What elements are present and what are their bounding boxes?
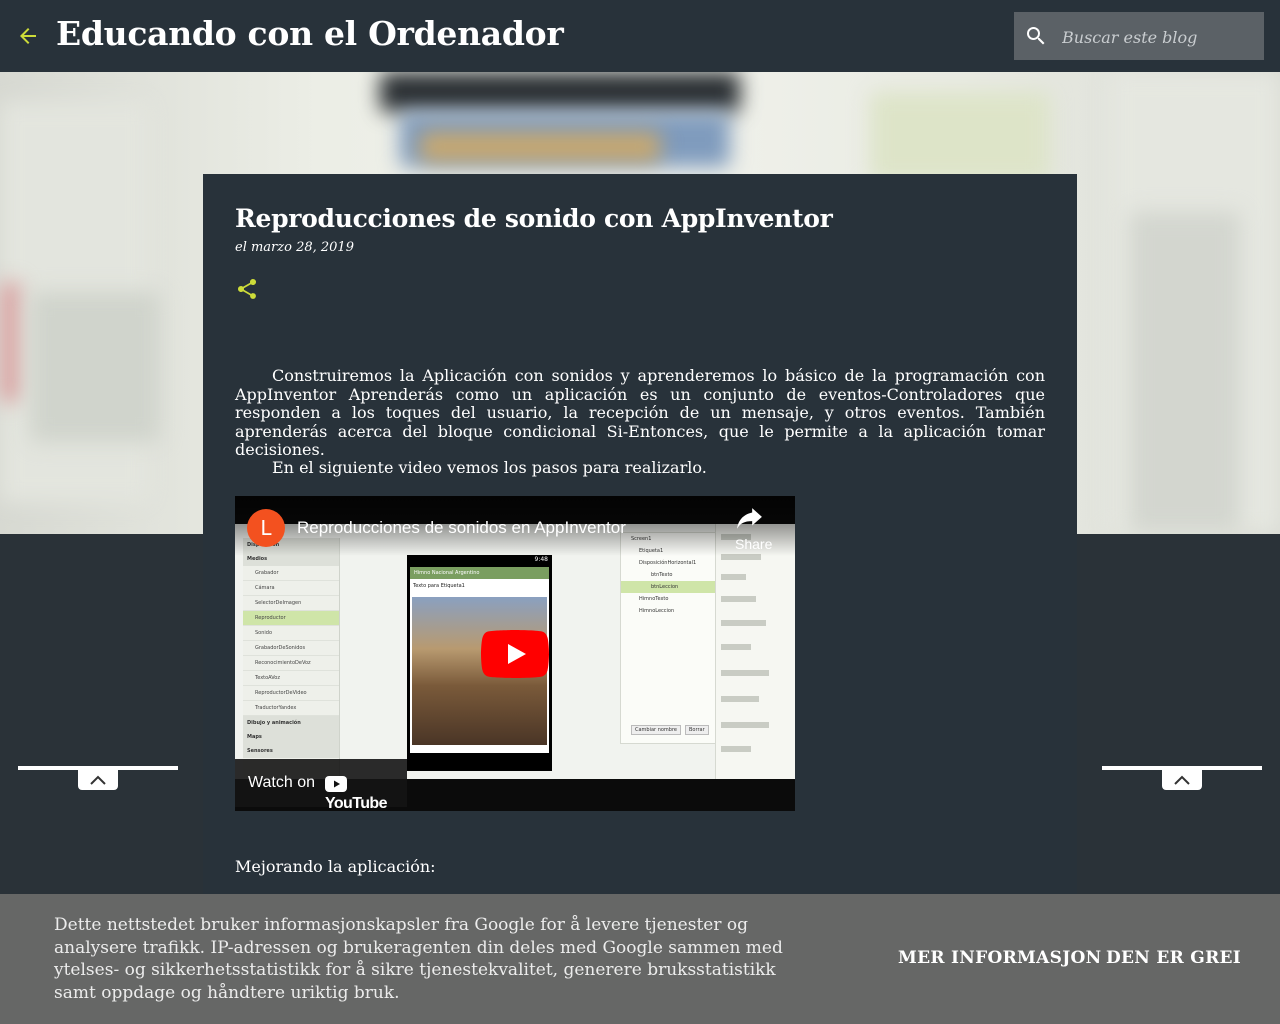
youtube-logo-text: YouTube	[325, 795, 387, 811]
palette-item: ReconocimientoDeVoz	[243, 656, 339, 671]
post-title[interactable]: Reproducciones de sonido con AppInventor	[235, 204, 833, 233]
right-collapse-button[interactable]	[1162, 770, 1202, 790]
share-label: Share	[735, 536, 773, 552]
play-button-icon[interactable]	[480, 630, 550, 678]
youtube-logo: YouTube	[325, 774, 407, 811]
palette-item: Grabador	[243, 566, 339, 581]
palette-item: Sonido	[243, 626, 339, 641]
tree-item: HimnoLeccion	[639, 608, 675, 614]
tree-button: Borrar	[685, 725, 709, 735]
back-arrow-icon[interactable]	[16, 24, 40, 48]
more-information-button[interactable]: MER INFORMASJON	[898, 948, 1102, 968]
palette-item: Maps	[243, 730, 339, 744]
palette-item: SelectorDeImagen	[243, 596, 339, 611]
tree-item: DisposiciónHorizontal1	[639, 560, 697, 566]
left-collapse-button[interactable]	[78, 770, 118, 790]
post-paragraph: En el siguiente video vemos los pasos pa…	[272, 458, 707, 477]
youtube-video-embed[interactable]: DisposiciónMediosGrabadorCámaraSelectorD…	[235, 496, 795, 811]
video-properties-panel	[715, 524, 795, 779]
video-palette-panel: DisposiciónMediosGrabadorCámaraSelectorD…	[243, 538, 340, 778]
tree-button: Cambiar nombre	[631, 725, 681, 735]
tree-item: btnTexto	[651, 572, 673, 578]
search-icon[interactable]	[1024, 24, 1048, 48]
search-box[interactable]	[1014, 12, 1264, 60]
phone-label: Texto para Etiqueta1	[413, 583, 465, 589]
palette-item: TraductorYandex	[243, 701, 339, 716]
tree-item: btnLeccion	[621, 581, 716, 593]
blog-header: Educando con el Ordenador	[0, 0, 1280, 72]
palette-item: Cámara	[243, 581, 339, 596]
post-date[interactable]: el marzo 28, 2019	[235, 240, 354, 255]
site-title[interactable]: Educando con el Ordenador	[56, 14, 564, 53]
watch-on-youtube-button[interactable]: Watch on YouTube	[235, 759, 407, 811]
youtube-logo-icon	[325, 776, 347, 792]
palette-item: Reproductor	[243, 611, 339, 626]
cookie-notice-text: Dette nettstedet bruker informasjonskaps…	[54, 915, 783, 1003]
share-arrow-icon	[737, 508, 762, 529]
share-icon[interactable]	[235, 277, 259, 301]
chevron-up-icon	[90, 775, 106, 785]
chevron-up-icon	[1174, 775, 1190, 785]
palette-item: Dibujo y animación	[243, 716, 339, 730]
phone-time: 9:48	[534, 556, 548, 563]
phone-title: Himno Nacional Argentino	[410, 567, 549, 579]
watch-on-label: Watch on	[248, 774, 315, 791]
cookie-consent-bar: Dette nettstedet bruker informasjonskaps…	[0, 894, 1280, 1024]
post-paragraph: Construiremos la Aplicación con sonidos …	[235, 366, 1045, 459]
video-title-bar: L Reproducciones de sonidos en AppInvent…	[235, 496, 795, 556]
search-input[interactable]	[1060, 24, 1254, 50]
video-share-button[interactable]: Share	[735, 508, 772, 552]
palette-item: ReproductorDeVideo	[243, 686, 339, 701]
video-title[interactable]: Reproducciones de sonidos en AppInventor	[297, 518, 626, 538]
accept-cookies-button[interactable]: DEN ER GREI	[1106, 948, 1241, 968]
channel-avatar[interactable]: L	[247, 509, 285, 547]
tree-item: HimnoTexto	[639, 596, 669, 602]
palette-item: TextoAVoz	[243, 671, 339, 686]
post-paragraph: Mejorando la aplicación:	[235, 857, 436, 876]
video-components-tree: Screen1Etiqueta1DisposiciónHorizontal1bt…	[620, 532, 717, 744]
palette-item: GrabadorDeSonidos	[243, 641, 339, 656]
blog-post: Reproducciones de sonido con AppInventor…	[203, 174, 1077, 904]
palette-item: Sensores	[243, 744, 339, 758]
